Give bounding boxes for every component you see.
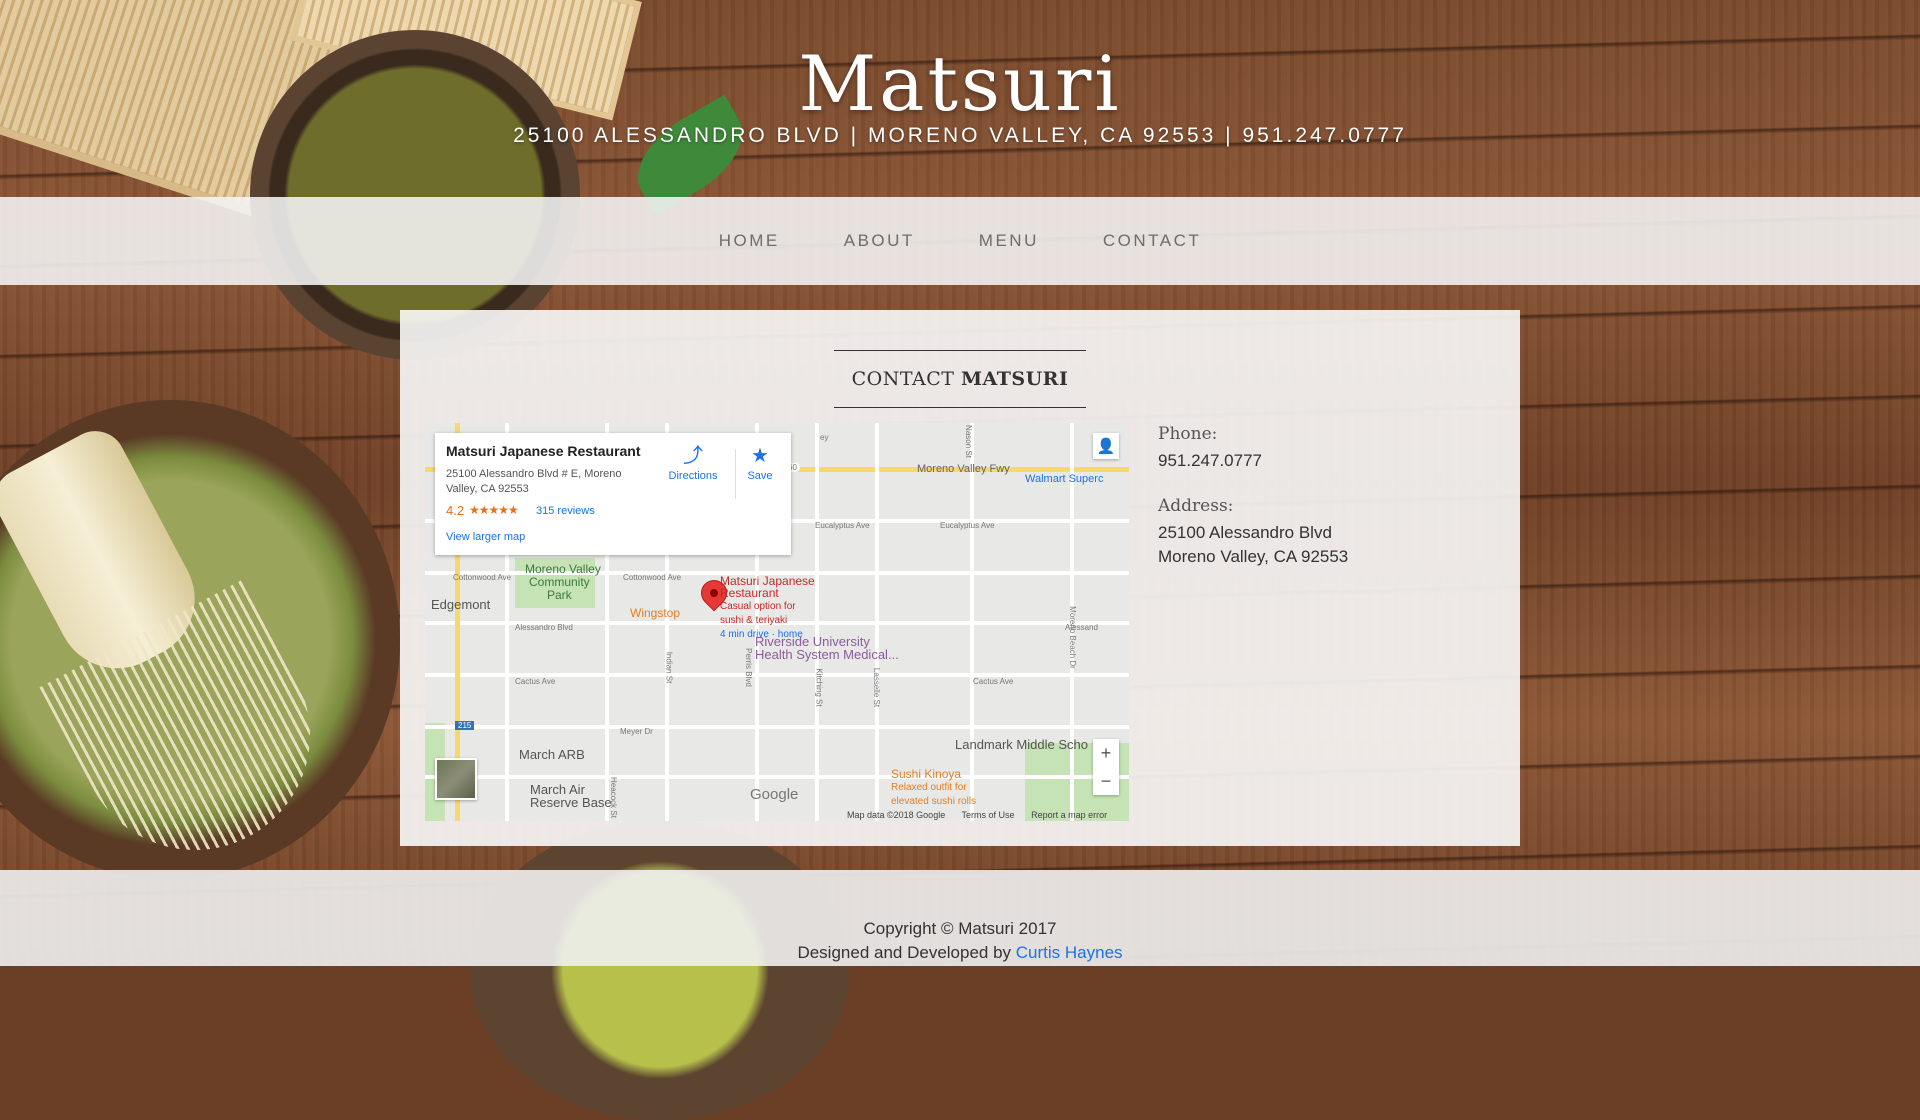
- map-label-cottonwood: Cottonwood Ave: [453, 573, 512, 582]
- map-label-cottonwood2: Cottonwood Ave: [623, 573, 682, 582]
- map-card-rating: 4.2: [446, 503, 465, 518]
- view-larger-map-link[interactable]: View larger map: [446, 531, 525, 543]
- site-header: Matsuri 25100 ALESSANDRO BLVD | MORENO V…: [0, 0, 1920, 197]
- nav-contact[interactable]: CONTACT: [1071, 231, 1233, 251]
- map-card-address: 25100 Alessandro Blvd # E, Moreno Valley…: [446, 468, 622, 495]
- map-label-moreno-beach: Moreno Beach Dr: [1067, 606, 1077, 669]
- pegman-icon[interactable]: 👤: [1093, 433, 1119, 459]
- directions-icon: ⤴: [683, 445, 703, 467]
- pin-desc-line1: Casual option for: [720, 601, 796, 612]
- sushi-kinoya-desc1: Relaxed outfit for: [891, 782, 967, 793]
- nav-about[interactable]: ABOUT: [812, 231, 947, 251]
- contact-heading: CONTACT MATSURI: [834, 350, 1086, 408]
- save-button[interactable]: ★ Save: [740, 445, 780, 482]
- google-map[interactable]: 60 Moreno Valley Fwy Walmart Superc ey E…: [425, 423, 1129, 821]
- address-label: Address:: [1158, 496, 1234, 516]
- map-card-reviews-link[interactable]: 315 reviews: [536, 505, 595, 517]
- map-label-walmart: Walmart Superc: [1025, 473, 1104, 485]
- sushi-kinoya-line1: Sushi Kinoya: [891, 767, 962, 781]
- phone-label: Phone:: [1158, 424, 1218, 444]
- contact-heading-bold: MATSURI: [961, 368, 1069, 390]
- contact-panel: CONTACT MATSURI 60 Moreno Valley Fwy Wal…: [400, 310, 1520, 846]
- map-label-park: Moreno Valley Community Park: [525, 563, 601, 602]
- zoom-out-button[interactable]: −: [1093, 767, 1119, 795]
- map-info-card: Matsuri Japanese Restaurant 25100 Alessa…: [435, 433, 791, 555]
- sushi-kinoya-desc2: elevated sushi rolls: [891, 796, 977, 807]
- contact-heading-light: CONTACT: [851, 368, 961, 390]
- road: [970, 423, 974, 821]
- map-label-fwy: Moreno Valley Fwy: [917, 463, 1010, 475]
- developer-link[interactable]: Curtis Haynes: [1016, 943, 1123, 962]
- terms-of-use-link[interactable]: Terms of Use: [962, 810, 1015, 820]
- zoom-control: + −: [1093, 739, 1119, 795]
- address-line-1: 25100 Alessandro Blvd: [1158, 523, 1332, 542]
- park-label-line3: Park: [547, 588, 572, 602]
- card-divider: [735, 449, 736, 499]
- copyright-text: Copyright © Matsuri 2017: [863, 919, 1057, 938]
- directions-button[interactable]: ⤴ Directions: [663, 445, 723, 482]
- park-label-line1: Moreno Valley: [525, 562, 601, 576]
- map-label-lasselle: Lasselle St: [872, 667, 882, 708]
- map-card-name: Matsuri Japanese Restaurant: [446, 443, 641, 459]
- riverside-line2: Health System Medical...: [755, 647, 899, 662]
- map-attribution: Map data ©2018 Google Terms of Use Repor…: [847, 810, 1121, 820]
- road: [425, 725, 1129, 729]
- map-label-kitching: Kitching St: [814, 668, 824, 707]
- map-label-cactus2: Cactus Ave: [973, 677, 1014, 686]
- map-label-perris: Perris Blvd: [743, 648, 753, 687]
- map-label-nason: Nason St: [963, 425, 973, 458]
- map-label-march-air: March Air Reserve Base: [530, 783, 612, 809]
- report-map-error-link[interactable]: Report a map error: [1031, 810, 1107, 820]
- map-label-eucalyptus: Eucalyptus Ave: [815, 521, 870, 530]
- park-label-line2: Community: [529, 575, 590, 589]
- march-air-line2: Reserve Base: [530, 795, 612, 810]
- map-label-pin: Matsuri Japanese Restaurant Casual optio…: [720, 575, 815, 641]
- phone-value[interactable]: 951.247.0777: [1158, 449, 1262, 473]
- map-label-riverside: Riverside University Health System Medic…: [755, 635, 899, 661]
- pin-name-line2: Restaurant: [720, 586, 779, 600]
- road: [875, 423, 879, 821]
- address-line-2: Moreno Valley, CA 92553: [1158, 547, 1349, 566]
- credits-prefix: Designed and Developed by: [797, 943, 1016, 962]
- site-logo[interactable]: Matsuri: [0, 36, 1920, 132]
- map-label-indian: Indian St: [664, 651, 674, 684]
- map-label-heacock: Heacock St: [608, 777, 618, 818]
- pin-dot: [708, 587, 720, 599]
- star-icon: ★: [751, 445, 769, 467]
- rating-stars-icon: ★★★★★: [469, 503, 519, 517]
- map-label-meyer: Meyer Dr: [620, 727, 653, 736]
- credits-line: Designed and Developed by Curtis Haynes: [0, 943, 1920, 963]
- map-label-edgemont: Edgemont: [431, 597, 491, 612]
- map-label-landmark: Landmark Middle Scho: [955, 737, 1088, 752]
- hwy-215-label: 215: [455, 721, 475, 730]
- road: [425, 775, 1129, 779]
- map-label-alessandro: Alessandro Blvd: [515, 623, 573, 632]
- nav-home[interactable]: HOME: [687, 231, 812, 251]
- header-address-line: 25100 ALESSANDRO BLVD | MORENO VALLEY, C…: [513, 124, 1407, 147]
- map-data-credit: Map data ©2018 Google: [847, 810, 946, 820]
- main-nav: HOME ABOUT MENU CONTACT: [0, 197, 1920, 285]
- pin-desc-line2: sushi & teriyaki: [720, 615, 788, 626]
- site-footer: Copyright © Matsuri 2017 Designed and De…: [0, 870, 1920, 966]
- map-label-march-arb: March ARB: [519, 747, 585, 762]
- satellite-toggle[interactable]: [435, 758, 477, 800]
- map-label-wingstop: Wingstop: [630, 606, 681, 620]
- map-label-sushi-kinoya: Sushi Kinoya Relaxed outfit for elevated…: [891, 768, 976, 808]
- nav-menu[interactable]: MENU: [947, 231, 1071, 251]
- map-label-cactus: Cactus Ave: [515, 677, 556, 686]
- directions-label: Directions: [668, 470, 718, 482]
- road: [815, 423, 819, 821]
- map-label-ey: ey: [820, 433, 829, 442]
- map-label-eucalyptus2: Eucalyptus Ave: [940, 521, 995, 530]
- google-logo: Google: [750, 786, 799, 803]
- zoom-in-button[interactable]: +: [1093, 739, 1119, 767]
- save-label: Save: [747, 470, 773, 482]
- tea-bowl-image: [470, 820, 850, 1120]
